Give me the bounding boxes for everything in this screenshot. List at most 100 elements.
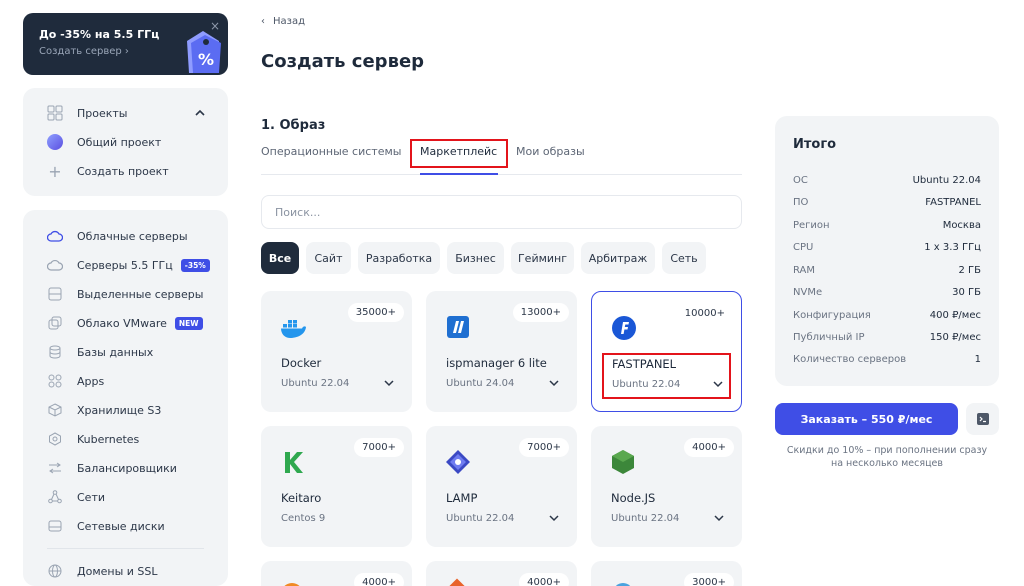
- app-os: Centos 9: [281, 513, 326, 524]
- app-card-docker[interactable]: 35000+ Docker Ubuntu 22.04: [261, 291, 412, 412]
- projects-header[interactable]: Проекты: [47, 105, 128, 121]
- summary-row-config: Конфигурация 400 ₽/мес: [793, 310, 981, 321]
- chevron-left-icon: ‹: [261, 16, 265, 27]
- search-input[interactable]: Поиск...: [261, 195, 742, 229]
- app-os: Ubuntu 24.04: [446, 378, 515, 389]
- sidebar-item-disks[interactable]: Сетевые диски: [47, 518, 165, 534]
- active-tab-indicator: [420, 173, 498, 175]
- order-button[interactable]: Заказать – 550 ₽/мес: [775, 403, 958, 435]
- sidebar-item-label: Базы данных: [77, 345, 154, 359]
- chevron-down-icon[interactable]: [549, 514, 559, 522]
- apps-icon: [47, 373, 63, 389]
- project-item-general[interactable]: Общий проект: [47, 134, 161, 150]
- summary-key: Количество серверов: [793, 354, 907, 365]
- filter-gaming[interactable]: Гейминг: [511, 242, 574, 274]
- app-card-ispmanager[interactable]: 13000+ ispmanager 6 lite Ubuntu 24.04: [426, 291, 577, 412]
- project-avatar: [47, 134, 63, 150]
- summary-row-region: Регион Москва: [793, 220, 981, 231]
- app-name: Keitaro: [281, 491, 322, 505]
- kubernetes-icon: [47, 431, 63, 447]
- sidebar-item-apps[interactable]: Apps: [47, 373, 104, 389]
- summary-key: ПО: [793, 197, 809, 208]
- page-title: Создать сервер: [261, 51, 425, 72]
- promo-link[interactable]: Создать сервер ›: [39, 46, 129, 57]
- install-count: 4000+: [354, 573, 404, 586]
- filter-all[interactable]: Все: [261, 242, 299, 274]
- summary-row-cpu: CPU 1 x 3.3 ГГц: [793, 242, 981, 253]
- chevron-up-icon[interactable]: [195, 109, 205, 116]
- sidebar-item-domains[interactable]: Домены и SSL: [47, 563, 158, 579]
- sidebar-item-kubernetes[interactable]: Kubernetes: [47, 431, 139, 447]
- chevron-down-icon[interactable]: [714, 514, 724, 522]
- summary-value: 2 ГБ: [958, 265, 982, 276]
- summary-key: Публичный IP: [793, 332, 865, 343]
- back-link[interactable]: ‹ Назад: [261, 16, 305, 27]
- summary-row-os: ОС Ubuntu 22.04: [793, 175, 981, 186]
- sidebar-item-balancers[interactable]: Балансировщики: [47, 460, 177, 476]
- sidebar-item-label: Домены и SSL: [77, 564, 158, 578]
- projects-label: Проекты: [77, 106, 128, 120]
- sidebar-item-cloud-servers[interactable]: Облачные серверы: [47, 228, 188, 244]
- sidebar-item-networks[interactable]: Сети: [47, 489, 105, 505]
- create-project-link[interactable]: + Создать проект: [47, 162, 169, 181]
- app-card[interactable]: 4000+: [261, 561, 412, 586]
- keitaro-icon: [285, 452, 303, 473]
- terminal-button[interactable]: [966, 403, 999, 435]
- install-count: 10000+: [684, 308, 725, 319]
- app-name: Docker: [281, 356, 322, 370]
- chevron-down-icon[interactable]: [549, 379, 559, 387]
- filter-arbitrage[interactable]: Арбитраж: [581, 242, 655, 274]
- filter-development[interactable]: Разработка: [358, 242, 440, 274]
- close-icon[interactable]: ×: [210, 19, 220, 33]
- summary-value: 30 ГБ: [952, 287, 981, 298]
- sidebar-item-label: Apps: [77, 374, 105, 388]
- sidebar-divider: [47, 548, 204, 549]
- filter-network[interactable]: Сеть: [662, 242, 706, 274]
- sidebar-item-databases[interactable]: Базы данных: [47, 344, 153, 360]
- sidebar-item-label: Выделенные серверы: [77, 287, 204, 301]
- app-card-lamp[interactable]: 7000+ LAMP Ubuntu 22.04: [426, 426, 577, 547]
- balancer-icon: [47, 460, 63, 476]
- app-name: LAMP: [446, 491, 478, 505]
- chevron-down-icon[interactable]: [384, 379, 394, 387]
- app-card[interactable]: 4000+: [426, 561, 577, 586]
- summary-value: 400 ₽/мес: [929, 310, 981, 321]
- sidebar-item-label: Облачные серверы: [77, 229, 188, 243]
- summary-value: 1: [974, 354, 981, 365]
- summary-row-software: ПО FASTPANEL: [793, 197, 981, 208]
- docker-icon: [281, 320, 306, 338]
- promo-banner[interactable]: До -35% на 5.5 ГГц Создать сервер › % ×: [23, 13, 228, 75]
- sidebar-item-label: Балансировщики: [77, 461, 177, 475]
- sidebar-item-label: Хранилище S3: [77, 403, 162, 417]
- tab-my-images[interactable]: Мои образы: [516, 145, 585, 158]
- sidebar-item-servers-55[interactable]: Серверы 5.5 ГГц -35%: [47, 257, 210, 273]
- project-label: Общий проект: [77, 135, 162, 149]
- app-card-keitaro[interactable]: 7000+ Keitaro Centos 9: [261, 426, 412, 547]
- promo-title: До -35% на 5.5 ГГц: [39, 28, 160, 41]
- tab-os[interactable]: Операционные системы: [261, 145, 401, 158]
- sidebar-item-label: Серверы 5.5 ГГц: [77, 258, 173, 272]
- vmware-icon: [47, 315, 63, 331]
- sidebar-item-label: Сетевые диски: [77, 519, 165, 533]
- app-name: ispmanager 6 lite: [446, 356, 547, 370]
- cloud-icon: [47, 228, 63, 244]
- filter-site[interactable]: Сайт: [306, 242, 351, 274]
- summary-value: Москва: [942, 220, 981, 231]
- storage-icon: [47, 402, 63, 418]
- summary-key: ОС: [793, 175, 808, 186]
- server-icon: [47, 286, 63, 302]
- filter-business[interactable]: Бизнес: [447, 242, 504, 274]
- nodejs-icon: [612, 450, 634, 474]
- create-project-label: Создать проект: [77, 164, 169, 178]
- fastpanel-icon: [612, 316, 636, 340]
- app-card-nodejs[interactable]: 4000+ Node.JS Ubuntu 22.04: [591, 426, 742, 547]
- summary-value: 1 x 3.3 ГГц: [924, 242, 981, 253]
- install-count: 35000+: [347, 303, 404, 322]
- app-card[interactable]: 3000+: [591, 561, 742, 586]
- tabs-divider: [261, 174, 742, 175]
- sidebar-item-s3[interactable]: Хранилище S3: [47, 402, 161, 418]
- sidebar-item-vmware[interactable]: Облако VMware NEW: [47, 315, 203, 331]
- summary-key: CPU: [793, 242, 814, 253]
- sidebar-item-dedicated[interactable]: Выделенные серверы: [47, 286, 203, 302]
- new-badge: NEW: [174, 316, 203, 330]
